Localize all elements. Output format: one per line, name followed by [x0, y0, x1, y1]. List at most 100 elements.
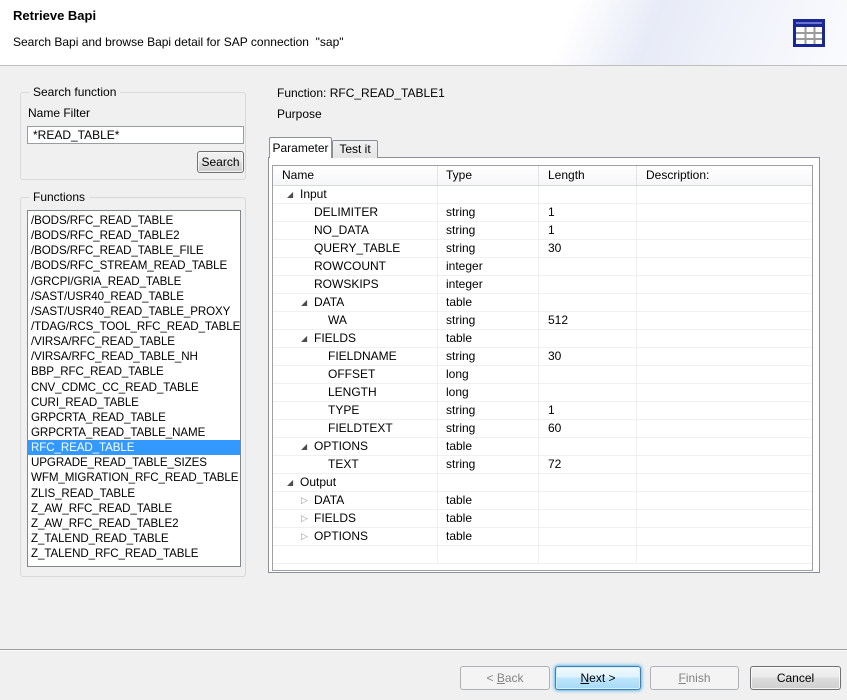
param-name: ROWCOUNT: [314, 259, 386, 273]
name-filter-input[interactable]: [27, 126, 244, 144]
param-name: DELIMITER: [314, 205, 378, 219]
function-list-item[interactable]: GRPCRTA_READ_TABLE_NAME: [28, 425, 240, 440]
tab-test-it[interactable]: Test it: [332, 140, 378, 158]
parameter-table-row[interactable]: ROWSKIPSinteger: [273, 276, 812, 294]
param-name: TEXT: [328, 457, 359, 471]
param-type: string: [438, 456, 539, 473]
function-list-item[interactable]: GRPCRTA_READ_TABLE: [28, 410, 240, 425]
param-type: string: [438, 222, 539, 239]
column-header-description[interactable]: Description:: [637, 166, 812, 185]
param-length: 1: [539, 222, 637, 239]
column-header-length[interactable]: Length: [539, 166, 637, 185]
collapsed-icon[interactable]: ▷: [301, 510, 314, 527]
function-list-item[interactable]: CURI_READ_TABLE: [28, 395, 240, 410]
tab-parameter[interactable]: Parameter: [269, 137, 332, 158]
param-name: DATA: [314, 295, 344, 309]
parameter-table-row[interactable]: ▷FIELDStable: [273, 510, 812, 528]
parameter-table-row[interactable]: ◢Output: [273, 474, 812, 492]
param-name: FIELDTEXT: [328, 421, 393, 435]
expanded-icon[interactable]: ◢: [301, 330, 314, 347]
param-name: Input: [300, 187, 327, 201]
function-list-item[interactable]: UPGRADE_READ_TABLE_SIZES: [28, 455, 240, 470]
function-list-item[interactable]: /SAST/USR40_READ_TABLE: [28, 289, 240, 304]
function-list-item[interactable]: /BODS/RFC_READ_TABLE: [28, 213, 240, 228]
param-type: long: [438, 384, 539, 401]
functions-group-label: Functions: [29, 190, 89, 204]
param-description: [637, 348, 812, 365]
parameter-table-row[interactable]: WAstring512: [273, 312, 812, 330]
expanded-icon[interactable]: ◢: [301, 294, 314, 311]
param-type: table: [438, 492, 539, 509]
parameter-table-row[interactable]: DELIMITERstring1: [273, 204, 812, 222]
expanded-icon[interactable]: ◢: [287, 186, 300, 203]
function-list-item[interactable]: RFC_READ_TABLE: [28, 440, 240, 455]
function-list-item[interactable]: Z_TALEND_RFC_READ_TABLE: [28, 546, 240, 561]
param-length: [539, 492, 637, 509]
parameter-table-row[interactable]: ◢FIELDStable: [273, 330, 812, 348]
parameter-table-row[interactable]: ROWCOUNTinteger: [273, 258, 812, 276]
parameter-table-row[interactable]: ◢OPTIONStable: [273, 438, 812, 456]
parameter-table-row[interactable]: ▷OPTIONStable: [273, 528, 812, 546]
function-list-item[interactable]: /BODS/RFC_READ_TABLE2: [28, 228, 240, 243]
param-length: [539, 474, 637, 491]
param-length: [539, 438, 637, 455]
function-list-item[interactable]: /TDAG/RCS_TOOL_RFC_READ_TABLE: [28, 319, 240, 334]
param-description: [637, 528, 812, 545]
next-button[interactable]: Next >: [555, 666, 641, 690]
parameter-table-row[interactable]: TEXTstring72: [273, 456, 812, 474]
function-list-item[interactable]: CNV_CDMC_CC_READ_TABLE: [28, 380, 240, 395]
function-list-item[interactable]: Z_AW_RFC_READ_TABLE2: [28, 516, 240, 531]
retrieve-bapi-wizard: Retrieve Bapi Search Bapi and browse Bap…: [0, 0, 847, 700]
function-title: Function: RFC_READ_TABLE1: [277, 86, 445, 100]
param-length: [539, 276, 637, 293]
parameter-table-row[interactable]: NO_DATAstring1: [273, 222, 812, 240]
expanded-icon[interactable]: ◢: [301, 438, 314, 455]
function-list-item[interactable]: /BODS/RFC_READ_TABLE_FILE: [28, 243, 240, 258]
param-length: [539, 366, 637, 383]
purpose-label: Purpose: [277, 107, 322, 121]
collapsed-icon[interactable]: ▷: [301, 528, 314, 545]
functions-list[interactable]: /BODS/RFC_READ_TABLE/BODS/RFC_READ_TABLE…: [27, 210, 241, 567]
page-title: Retrieve Bapi: [13, 8, 96, 23]
parameter-table-row[interactable]: FIELDNAMEstring30: [273, 348, 812, 366]
param-description: [637, 312, 812, 329]
function-list-item[interactable]: /SAST/USR40_READ_TABLE_PROXY: [28, 304, 240, 319]
expanded-icon[interactable]: ◢: [287, 474, 300, 491]
param-description: [637, 474, 812, 491]
param-length: [539, 294, 637, 311]
parameter-table-row[interactable]: FIELDTEXTstring60: [273, 420, 812, 438]
function-list-item[interactable]: ZLIS_READ_TABLE: [28, 486, 240, 501]
column-header-name[interactable]: Name: [273, 166, 438, 185]
parameter-table-row[interactable]: QUERY_TABLEstring30: [273, 240, 812, 258]
function-list-item[interactable]: /VIRSA/RFC_READ_TABLE_NH: [28, 349, 240, 364]
finish-button[interactable]: Finish: [650, 666, 739, 690]
parameter-table-row[interactable]: OFFSETlong: [273, 366, 812, 384]
param-type: string: [438, 402, 539, 419]
param-length: [539, 384, 637, 401]
parameter-table: Name Type Length Description: ◢InputDELI…: [272, 165, 813, 571]
function-list-item[interactable]: /VIRSA/RFC_READ_TABLE: [28, 334, 240, 349]
function-list-item[interactable]: /BODS/RFC_STREAM_READ_TABLE: [28, 258, 240, 273]
param-type: table: [438, 294, 539, 311]
parameter-table-row[interactable]: LENGTHlong: [273, 384, 812, 402]
parameter-table-row[interactable]: ▷DATAtable: [273, 492, 812, 510]
function-list-item[interactable]: WFM_MIGRATION_RFC_READ_TABLE: [28, 470, 240, 485]
function-list-item[interactable]: BBP_RFC_READ_TABLE: [28, 364, 240, 379]
cancel-button[interactable]: Cancel: [750, 666, 841, 690]
search-button[interactable]: Search: [197, 151, 244, 173]
parameter-table-row[interactable]: ◢Input: [273, 186, 812, 204]
collapsed-icon[interactable]: ▷: [301, 492, 314, 509]
param-description: [637, 222, 812, 239]
column-header-type[interactable]: Type: [438, 166, 539, 185]
parameter-table-row[interactable]: ◢DATA table: [273, 294, 812, 312]
param-name: Output: [300, 475, 336, 489]
param-description: [637, 510, 812, 527]
back-button[interactable]: < Back: [460, 666, 550, 690]
function-list-item[interactable]: Z_TALEND_READ_TABLE: [28, 531, 240, 546]
function-list-item[interactable]: Z_AW_RFC_READ_TABLE: [28, 501, 240, 516]
parameter-table-row[interactable]: TYPEstring1: [273, 402, 812, 420]
param-description: [637, 456, 812, 473]
param-type: string: [438, 240, 539, 257]
name-filter-label: Name Filter: [28, 106, 90, 120]
function-list-item[interactable]: /GRCPI/GRIA_READ_TABLE: [28, 274, 240, 289]
